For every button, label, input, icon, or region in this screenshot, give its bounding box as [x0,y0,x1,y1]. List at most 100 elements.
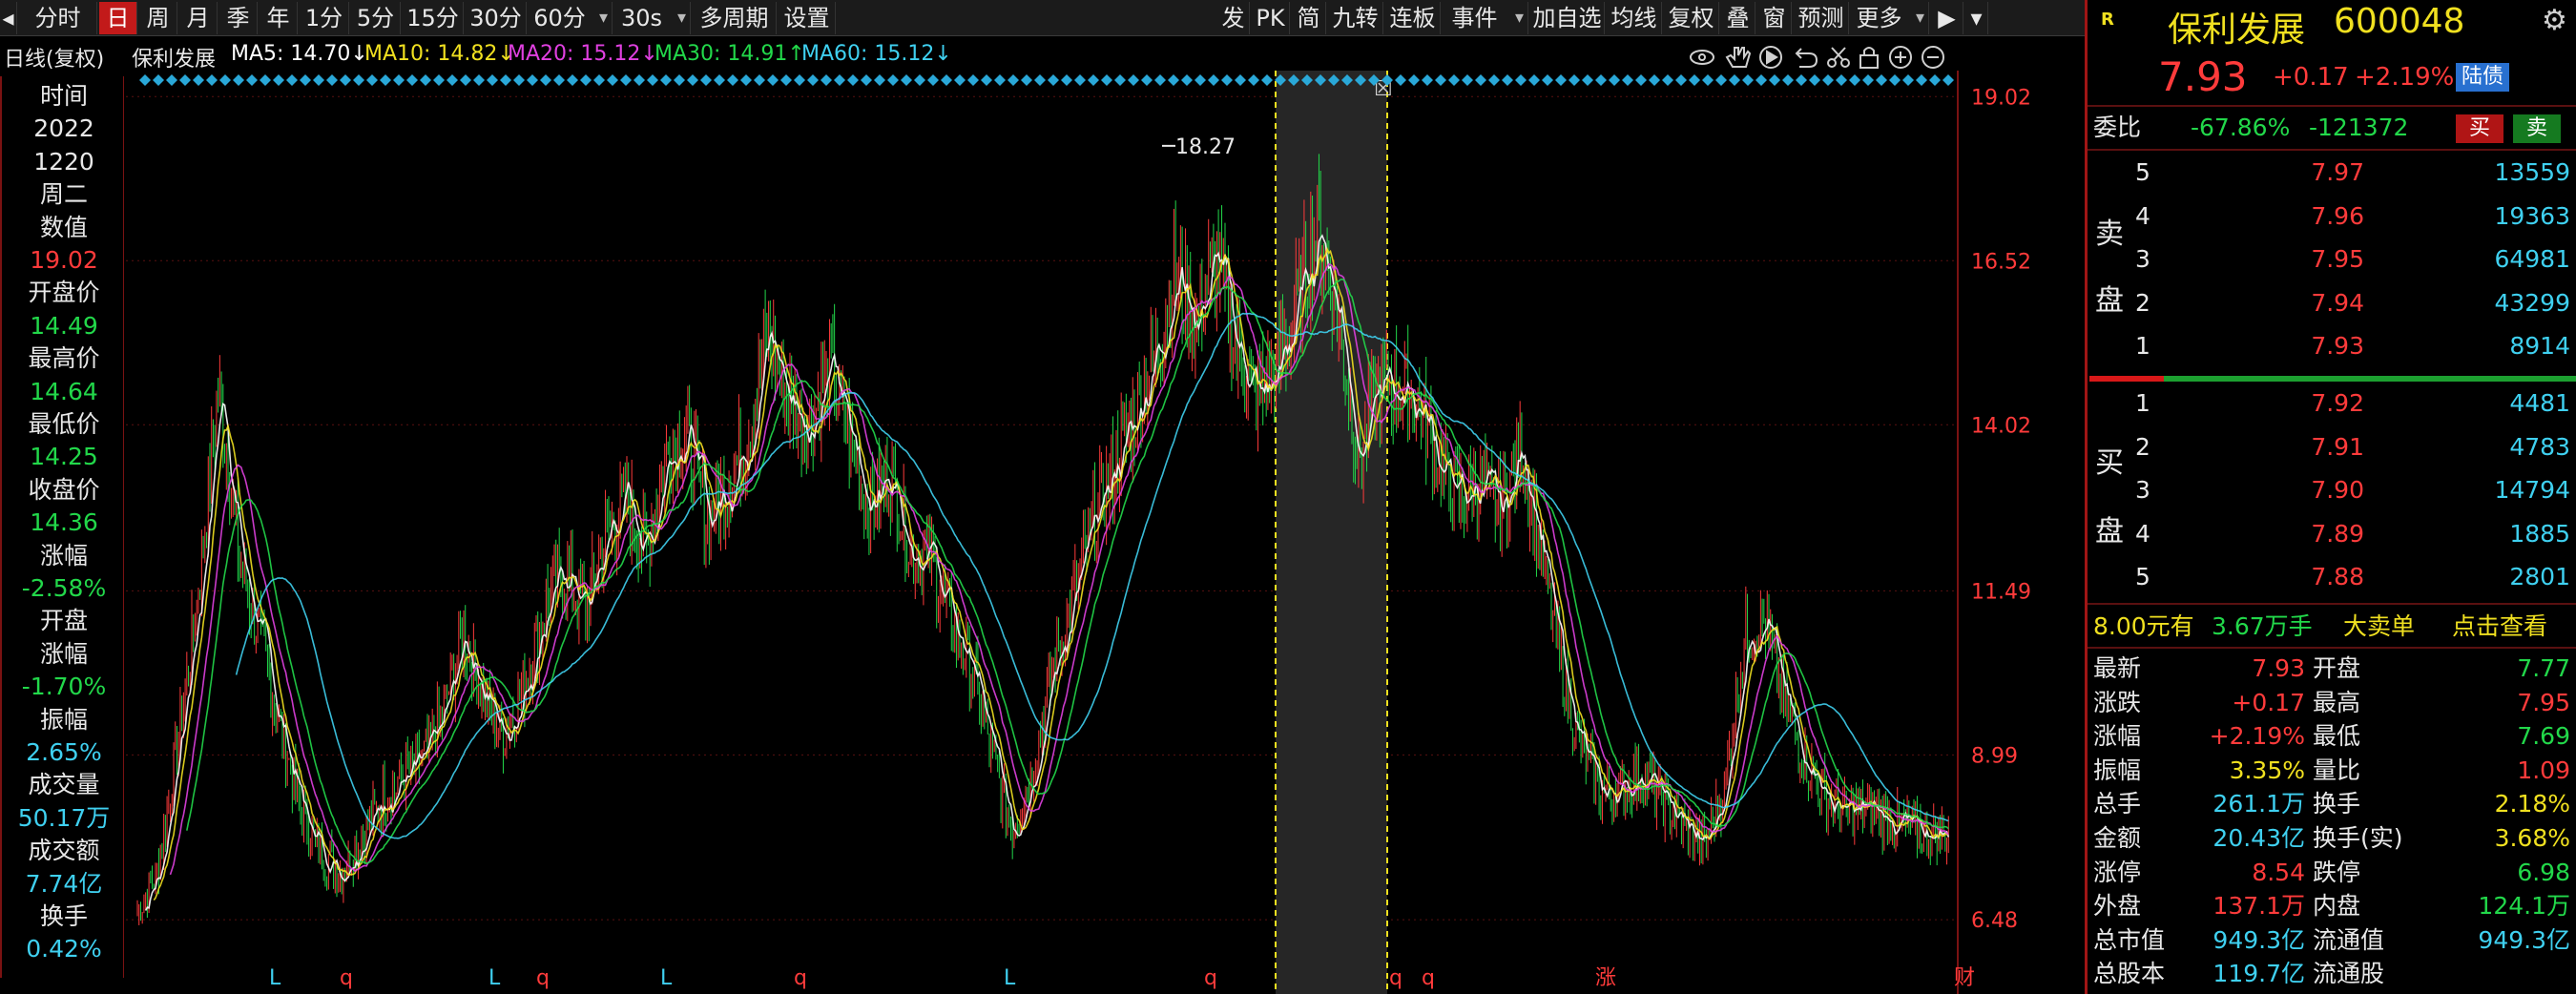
ask-row[interactable]: 2 7.94 43299 [2088,287,2576,319]
event-marker[interactable] [1195,74,1206,86]
event-marker[interactable] [540,74,551,86]
event-marker[interactable] [1221,74,1233,86]
tab-1min[interactable]: 1分 [300,2,349,34]
x-event-marker[interactable]: q [340,966,353,990]
event-marker[interactable] [1462,74,1473,86]
dropdown-icon[interactable]: ▾ [1965,2,1988,34]
add-watchlist-button[interactable]: 加自选 [1530,2,1605,34]
event-marker[interactable] [593,74,605,86]
nine-turn-button[interactable]: 九转 [1328,2,1383,34]
event-marker[interactable] [887,74,899,86]
event-marker[interactable] [273,74,284,86]
event-marker[interactable] [380,74,391,86]
event-marker[interactable] [447,74,458,86]
event-marker[interactable] [727,74,738,86]
tab-30min[interactable]: 30分 [466,2,527,34]
event-marker[interactable] [513,74,525,86]
event-marker[interactable] [914,74,925,86]
event-marker[interactable] [1849,74,1860,86]
x-event-marker[interactable]: L [269,966,281,990]
event-marker[interactable] [473,74,485,86]
event-marker[interactable] [460,74,471,86]
scissors-icon[interactable] [1827,47,1850,68]
event-marker[interactable] [821,74,832,86]
event-marker[interactable] [206,74,218,86]
event-marker[interactable] [1061,74,1072,86]
event-marker[interactable] [1715,74,1727,86]
event-button[interactable]: 事件 [1443,2,1528,34]
event-marker[interactable] [1128,74,1139,86]
event-marker[interactable] [233,74,244,86]
event-marker[interactable] [1141,74,1153,86]
event-marker[interactable] [1235,74,1246,86]
event-marker[interactable] [1528,74,1540,86]
event-marker[interactable] [246,74,258,86]
event-marker[interactable] [1635,74,1647,86]
event-marker[interactable] [1542,74,1553,86]
settings-button[interactable]: 设置 [779,2,836,34]
event-marker[interactable] [700,74,712,86]
eye-icon[interactable] [1690,50,1714,65]
collapse-left-icon[interactable]: ◂ [0,2,17,34]
selection-band[interactable] [1276,71,1387,994]
limit-board-button[interactable]: 连板 [1385,2,1441,34]
event-marker[interactable] [1755,74,1767,86]
event-marker[interactable] [1876,74,1887,86]
event-marker[interactable] [1048,74,1059,86]
ask-row[interactable]: 4 7.96 19363 [2088,200,2576,232]
kline-chart[interactable]: 19.02 16.52 14.02 11.49 8.99 6.48 ☒ 18.27 Lq Lq Lq… [126,71,2082,994]
tab-daily[interactable]: 日 [99,2,137,34]
event-marker[interactable] [634,74,645,86]
event-marker[interactable] [219,74,231,86]
hand-icon[interactable] [1725,47,1752,68]
event-marker[interactable] [1889,74,1901,86]
event-marker[interactable] [527,74,538,86]
event-marker[interactable] [553,74,565,86]
event-marker[interactable] [1208,74,1219,86]
event-marker[interactable] [1515,74,1527,86]
fa-button[interactable]: 发 [1217,2,1250,34]
event-marker[interactable] [1836,74,1847,86]
event-marker[interactable] [1902,74,1914,86]
bid-row[interactable]: 3 7.90 14794 [2088,474,2576,506]
event-marker[interactable] [1649,74,1660,86]
tab-quarterly[interactable]: 季 [219,2,258,34]
event-marker[interactable] [767,74,779,86]
event-marker[interactable] [353,74,364,86]
event-marker[interactable] [967,74,979,86]
event-marker[interactable] [1689,74,1700,86]
event-marker[interactable] [300,74,311,86]
event-marker[interactable] [567,74,578,86]
event-marker[interactable] [1609,74,1620,86]
event-marker[interactable] [1395,74,1406,86]
event-marker[interactable] [981,74,992,86]
event-marker[interactable] [1074,74,1086,86]
x-event-marker[interactable]: L [1004,966,1016,990]
event-marker[interactable] [420,74,431,86]
play-icon[interactable] [1759,46,1782,69]
tab-5min[interactable]: 5分 [351,2,401,34]
event-marker[interactable] [1729,74,1740,86]
x-event-marker[interactable]: q [794,966,807,990]
x-event-marker[interactable]: q [1422,966,1435,990]
event-marker[interactable] [286,74,298,86]
event-marker[interactable] [1021,74,1032,86]
ma-button[interactable]: 均线 [1607,2,1662,34]
event-marker[interactable] [139,74,151,86]
event-marker[interactable] [620,74,632,86]
event-marker[interactable] [1261,74,1273,86]
tab-monthly[interactable]: 月 [179,2,218,34]
bid-row[interactable]: 4 7.89 1885 [2088,518,2576,549]
event-marker[interactable] [607,74,618,86]
kline-svg[interactable]: 19.0216.5214.0211.498.996.48☒18.27L q Lq Lq… [126,71,2082,994]
bid-row[interactable]: 2 7.91 4783 [2088,431,2576,463]
simple-button[interactable]: 简 [1292,2,1326,34]
event-marker[interactable] [1942,74,1954,86]
event-marker[interactable] [740,74,752,86]
more-button[interactable]: 更多 [1851,2,1929,34]
event-marker[interactable] [1809,74,1820,86]
pk-button[interactable]: PK [1252,2,1290,34]
tab-30s[interactable]: 30s [614,2,691,34]
event-marker[interactable] [1675,74,1687,86]
window-button[interactable]: 窗 [1757,2,1792,34]
